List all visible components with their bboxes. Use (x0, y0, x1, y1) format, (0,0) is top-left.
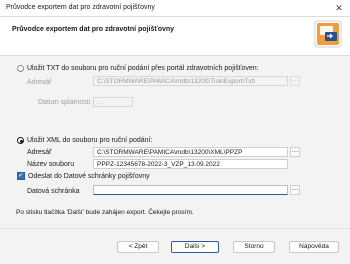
xml-filename-field[interactable]: PPPZ-12345678-2022-3_VZP_13.09.2022 (93, 159, 288, 169)
send-databox-label: Odeslat do Datové schránky pojišťovny (28, 173, 150, 180)
txt-address-field[interactable]: C:\STORMWARE\PAMICA\mdb\13200\Tisk\Expor… (93, 76, 288, 86)
app-logo-icon (314, 20, 342, 48)
xml-export-radio[interactable] (17, 137, 24, 144)
databox-field[interactable] (93, 185, 288, 195)
next-button[interactable]: Další > (171, 241, 219, 253)
cancel-button[interactable]: Storno (233, 241, 275, 253)
close-icon[interactable]: ✕ (332, 2, 346, 14)
title-bar: Průvodce exportem dat pro zdravotní poji… (0, 0, 350, 17)
xml-address-field[interactable]: C:\STORMWARE\PAMICA\mdb\13200\XML\PPZP (93, 147, 288, 157)
xml-export-label: Uložit XML do souboru pro ruční podání: (27, 137, 153, 144)
txt-address-label: Adresář (27, 79, 52, 86)
wizard-header: Průvodce exportem dat pro zdravotní poji… (0, 17, 350, 56)
databox-browse-button[interactable]: … (290, 185, 300, 195)
validity-date-label: Datum splatnosti (38, 99, 91, 106)
page-title: Průvodce exportem dat pro zdravotní poji… (12, 26, 175, 33)
txt-browse-button[interactable]: … (290, 76, 300, 86)
txt-export-label: Uložit TXT do souboru pro ruční podání p… (27, 65, 259, 72)
validity-date-field[interactable]: . . (93, 97, 133, 107)
help-button[interactable]: Nápověda (289, 241, 339, 253)
export-wizard-window: Průvodce exportem dat pro zdravotní poji… (0, 0, 350, 264)
send-databox-checkbox[interactable]: ✓ (17, 172, 25, 180)
txt-export-radio[interactable] (17, 65, 24, 72)
xml-address-label: Adresář (27, 149, 52, 156)
xml-filename-label: Název souboru (27, 161, 75, 168)
xml-browse-button[interactable]: … (290, 147, 300, 157)
window-title: Průvodce exportem dat pro zdravotní poji… (6, 4, 155, 11)
back-button[interactable]: < Zpět (117, 241, 159, 253)
databox-label: Datová schránka (27, 188, 80, 195)
info-text: Po stisku tlačítka 'Další' bude zahájen … (16, 209, 194, 216)
